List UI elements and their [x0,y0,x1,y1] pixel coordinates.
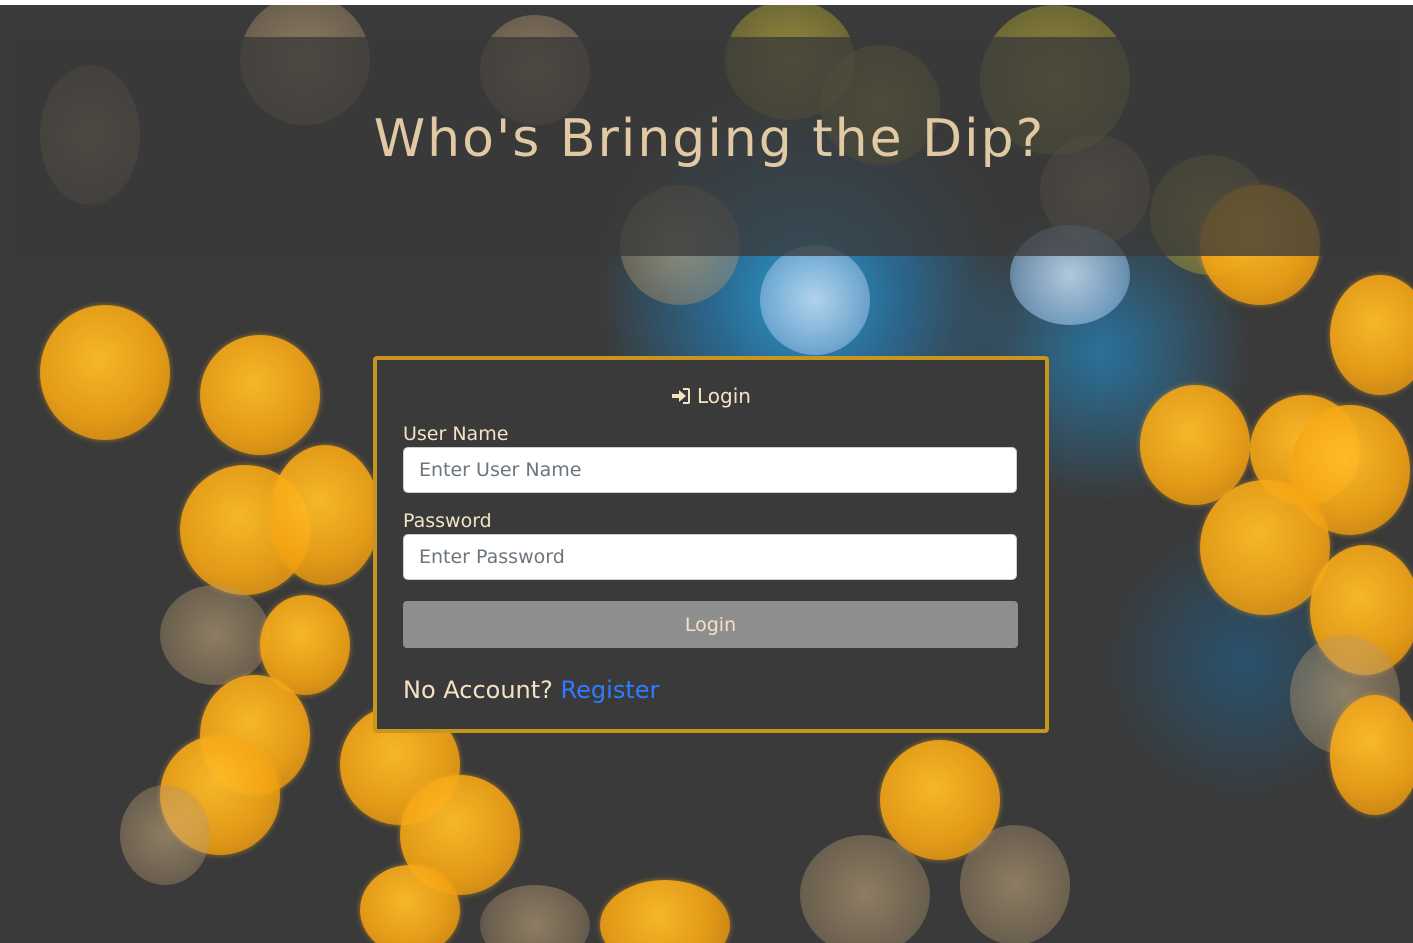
password-input[interactable] [403,534,1017,580]
sign-in-icon [671,387,691,405]
login-card-title: Login [377,384,1045,408]
login-button[interactable]: Login [403,601,1018,648]
page-title: Who's Bringing the Dip? [373,108,1046,169]
username-input[interactable] [403,447,1017,493]
no-account-text: No Account? [403,676,553,704]
register-link[interactable]: Register [561,676,660,704]
register-prompt: No Account? Register [403,676,659,704]
username-label: User Name [403,423,509,445]
header-banner: Who's Bringing the Dip? [16,37,1403,256]
login-card-title-text: Login [697,384,751,408]
password-label: Password [403,510,492,532]
login-card: Login User Name Password Login No Accoun… [373,356,1049,733]
